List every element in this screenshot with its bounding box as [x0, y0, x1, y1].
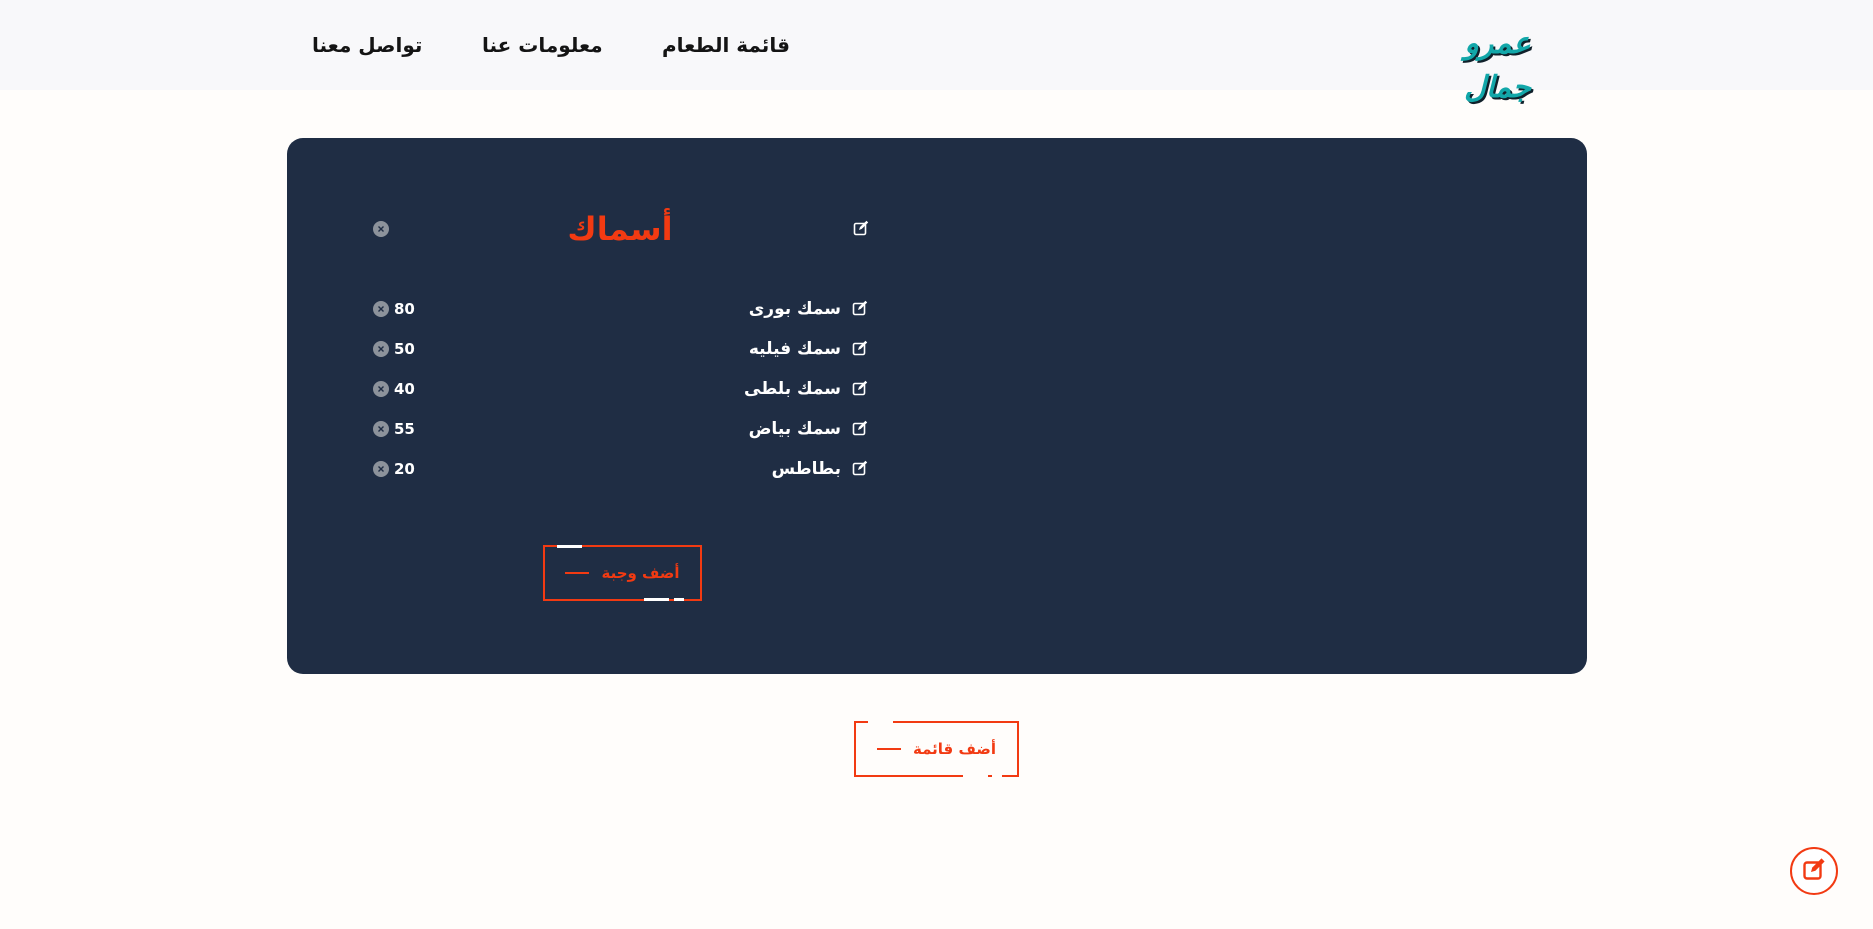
site-logo[interactable]: عمرو جمال	[1440, 22, 1555, 105]
menu-item-name: سمك بلطى	[744, 379, 841, 399]
menu-item-price: 40	[394, 380, 415, 398]
menu-item-name: سمك بورى	[748, 299, 841, 319]
nav-item-about[interactable]: معلومات عنا	[482, 30, 603, 60]
delete-item-icon[interactable]	[373, 301, 389, 317]
delete-item-icon[interactable]	[373, 341, 389, 357]
delete-item-icon[interactable]	[373, 381, 389, 397]
add-meal-label: أضف وجبة	[601, 564, 680, 582]
menu-item-price: 80	[394, 300, 415, 318]
edit-item-icon[interactable]	[852, 340, 868, 356]
delete-item-icon[interactable]	[373, 461, 389, 477]
button-border-accent	[557, 545, 582, 548]
button-border-accent	[674, 598, 684, 601]
menu-item-name: بطاطس	[771, 459, 841, 479]
nav-item-contact[interactable]: تواصل معنا	[312, 30, 422, 60]
floating-edit-button[interactable]	[1790, 847, 1838, 895]
menu-section-card	[287, 138, 1587, 674]
button-border-accent	[992, 774, 1002, 777]
menu-item-price: 55	[394, 420, 415, 438]
nav-item-menu[interactable]: قائمة الطعام	[662, 30, 790, 60]
edit-item-icon[interactable]	[852, 460, 868, 476]
edit-item-icon[interactable]	[852, 380, 868, 396]
delete-section-icon[interactable]	[373, 221, 389, 237]
button-border-accent	[963, 774, 988, 777]
menu-item-price: 50	[394, 340, 415, 358]
menu-item-name: سمك فيليه	[748, 339, 841, 359]
edit-icon	[1802, 857, 1826, 885]
add-list-label: أضف قائمة	[913, 740, 996, 758]
add-list-button[interactable]: أضف قائمة	[854, 721, 1019, 777]
dash-icon	[565, 572, 590, 574]
menu-item-price: 20	[394, 460, 415, 478]
add-meal-button[interactable]: أضف وجبة	[543, 545, 702, 601]
menu-item-name: سمك بياض	[748, 419, 841, 439]
section-title: أسماك	[567, 210, 673, 248]
dash-icon	[877, 748, 902, 750]
button-border-accent	[868, 721, 893, 724]
delete-item-icon[interactable]	[373, 421, 389, 437]
edit-section-icon[interactable]	[853, 220, 869, 236]
edit-item-icon[interactable]	[852, 300, 868, 316]
header: عمرو جمال قائمة الطعام معلومات عنا تواصل…	[0, 0, 1873, 105]
button-border-accent	[644, 598, 669, 601]
edit-item-icon[interactable]	[852, 420, 868, 436]
